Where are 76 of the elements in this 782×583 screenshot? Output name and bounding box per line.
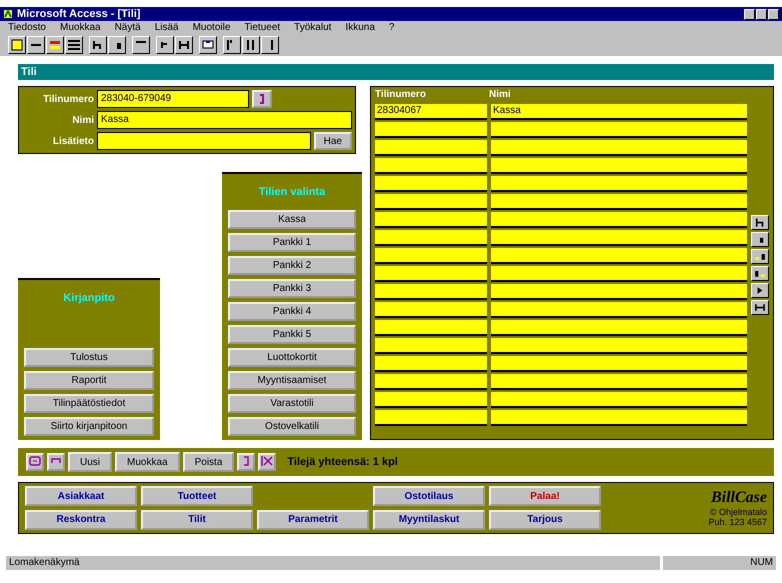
- menu-item[interactable]: ?: [388, 22, 394, 33]
- minimize-button[interactable]: [744, 8, 755, 20]
- record-count: Tilejä yhteensä: 1 kpl: [287, 456, 398, 468]
- form-title: Tili: [18, 64, 774, 80]
- account-button[interactable]: Varastotili: [228, 394, 356, 413]
- table-cell: Kassa: [491, 104, 747, 120]
- navigation-button[interactable]: Parametrit: [257, 510, 369, 530]
- undo-button[interactable]: [47, 453, 65, 471]
- panel-title: Tilien valinta: [258, 186, 326, 198]
- navigation-button[interactable]: Tuotteet: [141, 486, 253, 506]
- filter-icon[interactable]: [89, 36, 107, 54]
- app-icon: [3, 9, 13, 19]
- logo-caption: © Ohjelmatalo: [710, 507, 767, 517]
- bookkeeping-button[interactable]: Tilinpäätöstiedot: [24, 394, 154, 413]
- input-field[interactable]: Kassa: [97, 111, 352, 129]
- cross-icon: [261, 455, 274, 467]
- account-button[interactable]: Pankki 4: [228, 302, 356, 321]
- bracket-button[interactable]: [237, 453, 256, 471]
- account-button[interactable]: Luottokortit: [228, 348, 356, 367]
- logo-text: BillCase: [710, 489, 767, 507]
- status-text: Lomakenäkymä: [6, 556, 660, 570]
- new-record-icon[interactable]: [751, 249, 769, 264]
- account-button[interactable]: Pankki 2: [228, 256, 356, 275]
- column-header: Nimi: [489, 89, 512, 102]
- last-record-icon[interactable]: [751, 300, 769, 315]
- menu-item[interactable]: Tietueet: [244, 22, 280, 33]
- exit-button[interactable]: [26, 453, 44, 471]
- navigation-button[interactable]: Tilit: [141, 510, 253, 530]
- insert-record-icon[interactable]: [751, 266, 769, 281]
- table-cell: 28304067: [375, 104, 487, 120]
- bookkeeping-button[interactable]: Raportit: [24, 371, 154, 390]
- clear-button[interactable]: [258, 453, 276, 471]
- bookkeeping-button[interactable]: Tulostus: [24, 348, 154, 367]
- navigation-button[interactable]: Tarjous: [489, 510, 601, 530]
- maximize-button[interactable]: [756, 8, 767, 20]
- column-header: Tilinumero: [375, 89, 427, 102]
- record-button[interactable]: Poista: [182, 452, 234, 472]
- record-button[interactable]: Uusi: [68, 452, 112, 472]
- account-button[interactable]: Pankki 3: [228, 279, 356, 298]
- previous-record-icon[interactable]: [751, 232, 769, 247]
- account-button[interactable]: Kassa: [228, 210, 356, 229]
- search-button[interactable]: Hae: [314, 132, 352, 150]
- navigation-button[interactable]: Palaa!: [489, 486, 601, 506]
- logo-caption: Puh. 123 4567: [708, 517, 767, 527]
- field-label: Lisätieto: [52, 136, 94, 146]
- navigation-button[interactable]: Reskontra: [25, 510, 137, 530]
- first-record-icon[interactable]: [751, 215, 769, 230]
- menu-item[interactable]: Työkalut: [294, 22, 332, 33]
- lines-icon[interactable]: [65, 36, 83, 54]
- menu-item[interactable]: Tiedosto: [8, 22, 46, 33]
- menu-item[interactable]: Lisää: [154, 22, 179, 33]
- menu-item[interactable]: Ikkuna: [345, 22, 375, 33]
- account-button[interactable]: Myyntisaamiset: [228, 371, 356, 390]
- next-record-icon[interactable]: [751, 283, 769, 298]
- bookkeeping-button[interactable]: Siirto kirjanpitoon: [24, 417, 154, 436]
- input-field[interactable]: 283040-679049: [97, 90, 249, 108]
- navigation-button[interactable]: Myyntilaskut: [373, 510, 485, 530]
- navigation-button[interactable]: Ostotilaus: [373, 486, 485, 506]
- form-icon[interactable]: [8, 36, 26, 54]
- menu-item[interactable]: Muokkaa: [60, 22, 101, 33]
- panel-title: Kirjanpito: [62, 292, 116, 304]
- field-label: Tilinumero: [42, 94, 94, 104]
- status-indicator: NUM: [663, 556, 776, 570]
- input-field[interactable]: [97, 132, 311, 150]
- record-button[interactable]: Muokkaa: [115, 452, 180, 472]
- field-label: Nimi: [71, 114, 94, 126]
- window-icon[interactable]: [199, 36, 217, 54]
- window-title: Microsoft Access - [Tili]: [17, 8, 142, 20]
- close-button[interactable]: [768, 8, 779, 20]
- navigation-button[interactable]: Asiakkaat: [25, 486, 137, 506]
- account-button[interactable]: Ostovelkatili: [228, 417, 356, 436]
- menu-item[interactable]: Näytä: [114, 22, 141, 33]
- menu-item[interactable]: Muotoile: [192, 22, 230, 33]
- account-button[interactable]: Pankki 1: [228, 233, 356, 252]
- lookup-button[interactable]: [252, 90, 272, 108]
- account-button[interactable]: Pankki 5: [228, 325, 356, 344]
